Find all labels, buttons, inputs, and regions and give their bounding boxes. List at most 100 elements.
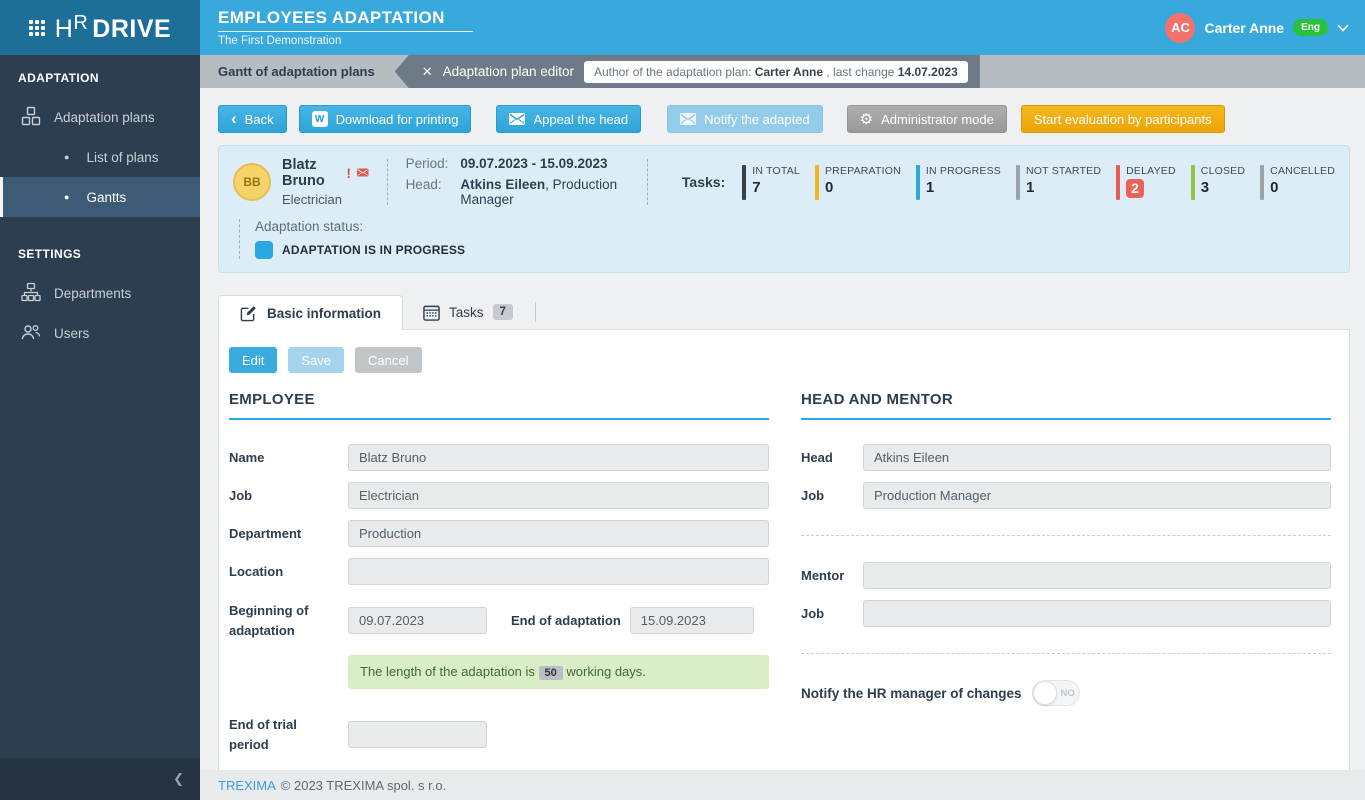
sidebar-item-adaptation-plans[interactable]: Adaptation plans xyxy=(0,97,200,137)
tab-divider xyxy=(534,302,536,322)
summary-row: BB Blatz Bruno ! Electrician Period: 09.… xyxy=(233,156,1335,207)
counter-value: 2 xyxy=(1126,179,1144,198)
counter-value: 0 xyxy=(824,179,834,196)
name-label: Name xyxy=(229,449,265,465)
form-row-trial-period: End of trial period xyxy=(229,715,769,754)
head-and-mentor-section: HEAD AND MENTOR Head Job xyxy=(801,391,1331,765)
sidebar-item-list-of-plans[interactable]: ● List of plans xyxy=(0,137,200,177)
adaptation-status-block: Adaptation status: ADAPTATION IS IN PROG… xyxy=(239,219,1335,259)
user-avatar: AC xyxy=(1165,12,1196,43)
envelope-icon xyxy=(680,113,697,125)
head-field[interactable] xyxy=(863,444,1331,471)
start-evaluation-button[interactable]: Start evaluation by participants xyxy=(1020,105,1225,133)
trexima-link[interactable]: TREXIMA xyxy=(218,778,276,793)
sidebar-item-departments[interactable]: Departments xyxy=(0,273,200,313)
tasks-count-badge: 7 xyxy=(492,304,513,320)
counter-label: IN PROGRESS xyxy=(925,165,1001,177)
sidebar: ADAPTATION Adaptation plans ● List of pl… xyxy=(0,55,200,800)
counter-bar xyxy=(1260,165,1265,200)
notify-the-adapted-button[interactable]: Notify the adapted xyxy=(667,105,823,133)
notify-hr-toggle[interactable]: NO xyxy=(1031,680,1080,706)
counter-bar xyxy=(814,165,819,200)
end-of-adaptation-label: End of adaptation xyxy=(511,613,621,628)
tasks-label: Tasks: xyxy=(681,174,726,190)
administrator-mode-button[interactable]: ⚙ Administrator mode xyxy=(846,105,1007,133)
logo-text: HR DRIVE xyxy=(54,11,172,43)
app-logo[interactable]: HR DRIVE xyxy=(0,0,200,55)
adaptation-length-note: The length of the adaptation is 50 worki… xyxy=(348,655,769,689)
last-change-date: 14.07.2023 xyxy=(897,64,958,79)
counter-value: 1 xyxy=(1026,179,1035,196)
dashed-section-divider xyxy=(801,535,1331,536)
tab-tasks[interactable]: Tasks 7 xyxy=(403,295,533,329)
back-chevron-icon: ‹ xyxy=(231,108,237,128)
user-menu[interactable]: AC Carter Anne Eng xyxy=(1165,0,1365,55)
save-button[interactable]: Save xyxy=(288,347,345,373)
counter-bar xyxy=(1116,165,1121,200)
tab-basic-information[interactable]: Basic information xyxy=(218,295,404,330)
location-field[interactable] xyxy=(348,558,769,585)
department-label: Department xyxy=(229,525,302,541)
alert-mark: ! xyxy=(346,164,352,181)
counter-bar xyxy=(915,165,920,200)
head-job-field[interactable] xyxy=(863,482,1331,509)
mentor-label: Mentor xyxy=(801,567,845,583)
counter-preparation: PREPARATION 0 xyxy=(814,165,901,200)
counter-label: PREPARATION xyxy=(824,165,901,177)
mentor-field[interactable] xyxy=(863,562,1331,589)
counter-label: DELAYED xyxy=(1126,165,1176,177)
period-block: Period: 09.07.2023 - 15.09.2023 Head: At… xyxy=(406,156,629,207)
toggle-state-label: NO xyxy=(1060,687,1075,699)
counter-label: IN TOTAL xyxy=(752,165,800,177)
sidebar-subitem-label: List of plans xyxy=(86,149,159,165)
head-name: Atkins Eileen xyxy=(460,177,546,192)
sidebar-item-gantts[interactable]: ● Gantts xyxy=(0,177,200,217)
job-field[interactable] xyxy=(348,482,769,509)
back-button[interactable]: ‹ Back xyxy=(218,105,287,133)
body-row: ADAPTATION Adaptation plans ● List of pl… xyxy=(0,55,1365,800)
sidebar-item-label: Adaptation plans xyxy=(54,109,155,125)
appeal-the-head-button[interactable]: Appeal the head xyxy=(496,105,642,133)
language-badge[interactable]: Eng xyxy=(1293,19,1328,36)
download-for-printing-button[interactable]: W Download for printing xyxy=(298,105,472,133)
mentor-job-field[interactable] xyxy=(863,600,1331,627)
dashed-section-divider xyxy=(801,653,1331,654)
counter-not-started: NOT STARTED 1 xyxy=(1016,165,1101,200)
tab-gantt-of-adaptation-plans[interactable]: Gantt of adaptation plans xyxy=(200,55,393,88)
employee-section: EMPLOYEE Name Job Department xyxy=(229,391,769,765)
name-field[interactable] xyxy=(348,444,769,471)
chevron-down-icon[interactable] xyxy=(1337,23,1349,32)
form-row-location: Location xyxy=(229,558,769,585)
trial-period-field[interactable] xyxy=(348,721,487,748)
employee-section-title: EMPLOYEE xyxy=(229,391,769,420)
toggle-knob xyxy=(1032,681,1057,705)
close-tab-icon[interactable]: ✕ xyxy=(422,64,433,80)
toolbar: ‹ Back W Download for printing Appeal th… xyxy=(218,105,1350,133)
sidebar-item-users[interactable]: Users xyxy=(0,313,200,353)
users-icon xyxy=(20,322,41,345)
counter-bar xyxy=(742,165,747,200)
footer: TREXIMA © 2023 TREXIMA spol. s r.o. xyxy=(200,770,1365,800)
bullet-icon: ● xyxy=(64,192,70,202)
form-actions: Edit Save Cancel xyxy=(229,347,1331,373)
apps-grid-icon xyxy=(28,19,45,36)
counter-label: NOT STARTED xyxy=(1026,165,1102,177)
tab-adaptation-plan-editor[interactable]: ✕ Adaptation plan editor Author of the a… xyxy=(394,55,980,88)
cancel-button[interactable]: Cancel xyxy=(355,347,422,373)
departments-icon xyxy=(20,282,41,305)
author-info-badge: Author of the adaptation plan: Carter An… xyxy=(584,60,968,83)
beginning-date-field[interactable] xyxy=(348,607,487,634)
edit-button[interactable]: Edit xyxy=(229,347,278,373)
edit-pencil-icon xyxy=(240,305,256,321)
counter-value: 7 xyxy=(752,179,761,196)
counter-bar xyxy=(1190,165,1195,200)
counter-closed: CLOSED 3 xyxy=(1190,165,1245,200)
counter-value: 1 xyxy=(925,179,935,196)
sidebar-collapse-button[interactable]: ❮ xyxy=(0,758,200,800)
end-date-field[interactable] xyxy=(629,607,754,634)
status-value: ADAPTATION IS IN PROGRESS xyxy=(282,243,466,257)
window-tab-bar: Gantt of adaptation plans ✕ Adaptation p… xyxy=(200,55,1365,88)
employee-name: Blatz Bruno xyxy=(282,156,325,189)
department-field[interactable] xyxy=(348,520,769,547)
word-document-icon: W xyxy=(311,111,328,127)
